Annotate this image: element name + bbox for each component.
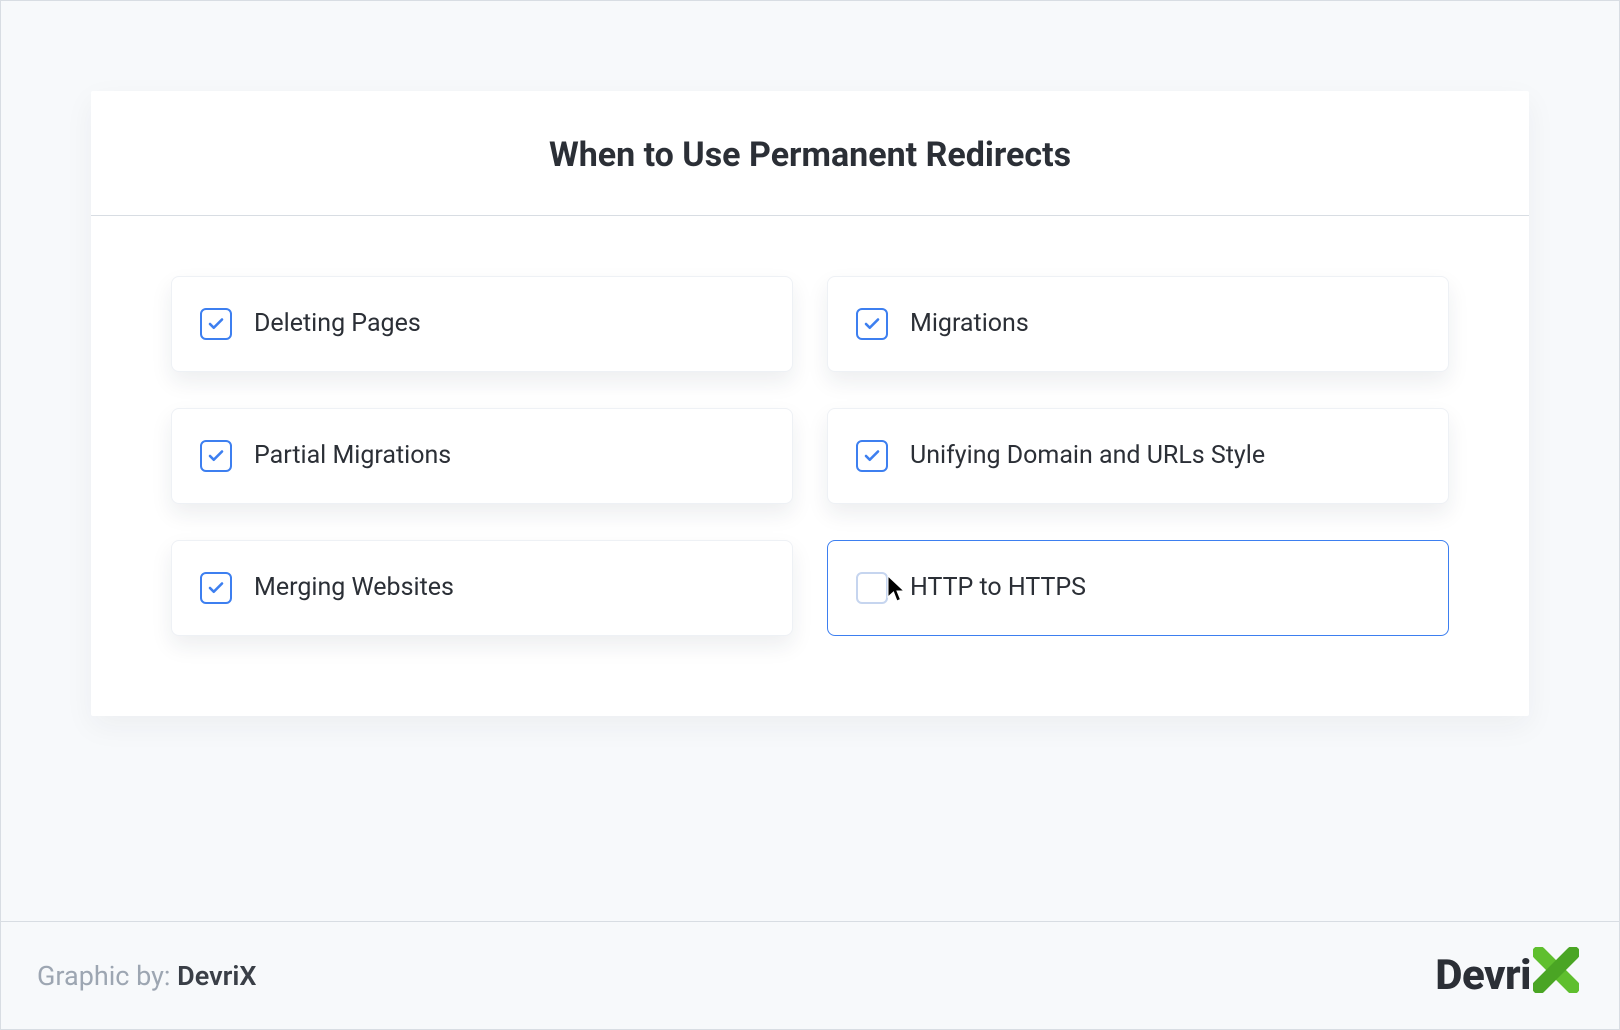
checkbox-icon[interactable] <box>200 572 232 604</box>
options-grid: Deleting Pages Migrations Partial Migrat… <box>171 276 1449 636</box>
card-title: When to Use Permanent Redirects <box>111 135 1509 175</box>
option-label: Partial Migrations <box>254 440 451 471</box>
footer: Graphic by: DevriX Devri <box>1 921 1619 1029</box>
graphic-frame: When to Use Permanent Redirects Deleting… <box>0 0 1620 1030</box>
card-header: When to Use Permanent Redirects <box>91 91 1529 216</box>
option-partial-migrations[interactable]: Partial Migrations <box>171 408 793 504</box>
option-label: Unifying Domain and URLs Style <box>910 440 1265 471</box>
brand-logo: Devri <box>1435 947 1579 1004</box>
option-migrations[interactable]: Migrations <box>827 276 1449 372</box>
option-merging-websites[interactable]: Merging Websites <box>171 540 793 636</box>
option-unifying-domain-urls[interactable]: Unifying Domain and URLs Style <box>827 408 1449 504</box>
option-label: HTTP to HTTPS <box>910 572 1086 603</box>
checkbox-icon[interactable] <box>856 572 888 604</box>
option-deleting-pages[interactable]: Deleting Pages <box>171 276 793 372</box>
option-label: Deleting Pages <box>254 308 421 339</box>
card-body: Deleting Pages Migrations Partial Migrat… <box>91 216 1529 716</box>
option-http-to-https[interactable]: HTTP to HTTPS <box>827 540 1449 636</box>
brand-x-icon <box>1533 947 1579 1004</box>
content-card: When to Use Permanent Redirects Deleting… <box>91 91 1529 716</box>
credit-line: Graphic by: DevriX <box>37 960 256 992</box>
checkbox-icon[interactable] <box>856 440 888 472</box>
option-label: Merging Websites <box>254 572 454 603</box>
checkbox-icon[interactable] <box>856 308 888 340</box>
option-label: Migrations <box>910 308 1029 339</box>
credit-name: DevriX <box>177 960 256 992</box>
main-area: When to Use Permanent Redirects Deleting… <box>1 1 1619 921</box>
checkbox-icon[interactable] <box>200 308 232 340</box>
brand-text: Devri <box>1435 951 1531 1000</box>
credit-prefix: Graphic by: <box>37 960 177 992</box>
checkbox-icon[interactable] <box>200 440 232 472</box>
cursor-icon <box>886 575 908 603</box>
